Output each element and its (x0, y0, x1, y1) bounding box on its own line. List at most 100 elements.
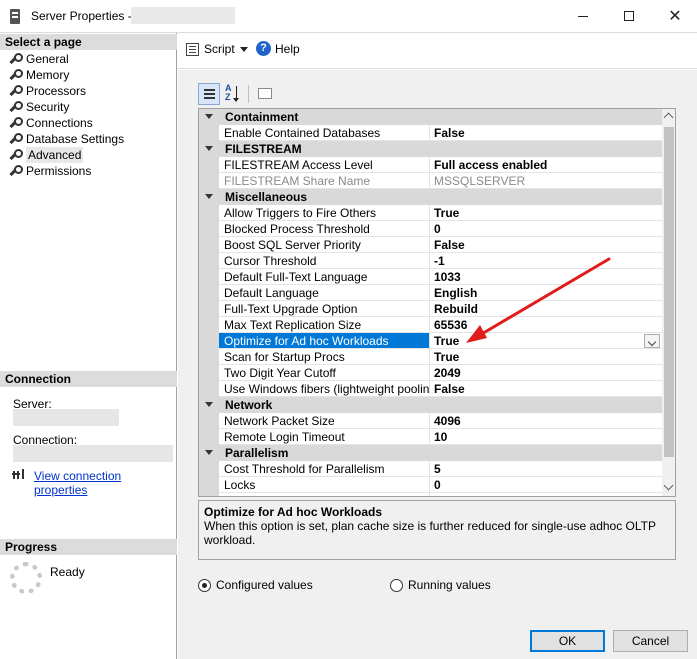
running-values-radio[interactable]: Running values (390, 578, 491, 592)
grid-property-row[interactable]: Allow Triggers to Fire Others True (199, 205, 662, 221)
page-item-connections[interactable]: Connections (8, 115, 93, 131)
property-value[interactable]: Rebuild (430, 301, 662, 317)
property-name[interactable]: Default Language (219, 285, 430, 301)
help-button[interactable]: Help (275, 42, 300, 56)
page-item-permissions[interactable]: Permissions (8, 163, 91, 179)
property-value[interactable]: 10 (430, 429, 662, 445)
property-value[interactable]: True (430, 205, 662, 221)
ok-button[interactable]: OK (530, 630, 605, 652)
configured-values-radio[interactable]: Configured values (198, 578, 313, 592)
alphabetical-button[interactable]: AZ (222, 83, 244, 105)
property-name[interactable]: Boost SQL Server Priority (219, 237, 430, 253)
grid-property-row[interactable]: Blocked Process Threshold 0 (199, 221, 662, 237)
value-dropdown-chevron-icon[interactable] (644, 334, 660, 348)
grid-property-row[interactable]: Max Text Replication Size 65536 (199, 317, 662, 333)
property-name[interactable]: Two Digit Year Cutoff (219, 365, 430, 381)
configured-values-radio-circle[interactable] (198, 578, 211, 592)
running-values-radio-circle[interactable] (390, 578, 403, 592)
grid-property-row[interactable]: Scan for Startup Procs True (199, 349, 662, 365)
collapse-chevron-icon[interactable] (205, 402, 213, 407)
collapse-chevron-icon[interactable] (205, 450, 213, 455)
property-name[interactable]: Scan for Startup Procs (219, 349, 430, 365)
page-item-advanced[interactable]: Advanced (8, 147, 84, 163)
grid-property-row[interactable]: Network Packet Size 4096 (199, 413, 662, 429)
grid-category-network[interactable]: Network (199, 397, 662, 413)
view-connection-properties-link[interactable]: View connection properties (34, 469, 176, 497)
property-value[interactable]: 0 (430, 477, 662, 493)
script-button[interactable]: Script (204, 42, 235, 56)
property-name[interactable]: Full-Text Upgrade Option (219, 301, 430, 317)
property-value[interactable]: 65536 (430, 317, 662, 333)
page-item-general[interactable]: General (8, 51, 69, 67)
page-item-processors[interactable]: Processors (8, 83, 86, 99)
property-value[interactable]: 0 (430, 221, 662, 237)
property-pages-button[interactable] (254, 83, 276, 105)
property-value[interactable]: 2049 (430, 365, 662, 381)
property-name[interactable]: Cursor Threshold (219, 253, 430, 269)
property-value[interactable]: MSSQLSERVER (430, 173, 662, 189)
property-name[interactable]: FILESTREAM Access Level (219, 157, 430, 173)
categorized-button[interactable] (198, 83, 220, 105)
grid-property-row[interactable]: Cost Threshold for Parallelism 5 (199, 461, 662, 477)
property-name[interactable]: Use Windows fibers (lightweight pooling) (219, 381, 430, 397)
property-value[interactable]: Full access enabled (430, 157, 662, 173)
property-value[interactable]: 16 (430, 493, 662, 496)
scroll-thumb[interactable] (664, 127, 674, 457)
grid-category-filestream[interactable]: FILESTREAM (199, 141, 662, 157)
grid-property-row[interactable]: Two Digit Year Cutoff 2049 (199, 365, 662, 381)
property-name[interactable]: Remote Login Timeout (219, 429, 430, 445)
help-icon[interactable]: ? (256, 41, 271, 56)
grid-category-miscellaneous[interactable]: Miscellaneous (199, 189, 662, 205)
page-item-security[interactable]: Security (8, 99, 69, 115)
script-dropdown-chevron-icon[interactable] (240, 47, 248, 52)
property-name[interactable]: Allow Triggers to Fire Others (219, 205, 430, 221)
property-name[interactable]: Enable Contained Databases (219, 125, 430, 141)
property-name[interactable]: Max Degree of Parallelism (219, 493, 430, 496)
grid-property-row[interactable]: Enable Contained Databases False (199, 125, 662, 141)
grid-property-row[interactable]: FILESTREAM Share Name MSSQLSERVER (199, 173, 662, 189)
property-value[interactable]: True (430, 349, 662, 365)
property-name[interactable]: Cost Threshold for Parallelism (219, 461, 430, 477)
grid-property-row[interactable]: Locks 0 (199, 477, 662, 493)
page-item-memory[interactable]: Memory (8, 67, 69, 83)
property-name[interactable]: Default Full-Text Language (219, 269, 430, 285)
grid-property-row[interactable]: Default Full-Text Language 1033 (199, 269, 662, 285)
property-name[interactable]: Blocked Process Threshold (219, 221, 430, 237)
property-name[interactable]: FILESTREAM Share Name (219, 173, 430, 189)
grid-property-row[interactable]: Remote Login Timeout 10 (199, 429, 662, 445)
collapse-chevron-icon[interactable] (205, 114, 213, 119)
property-value[interactable]: False (430, 237, 662, 253)
cancel-button[interactable]: Cancel (613, 630, 688, 652)
grid-category-parallelism[interactable]: Parallelism (199, 445, 662, 461)
grid-property-row[interactable]: Boost SQL Server Priority False (199, 237, 662, 253)
property-value[interactable]: 1033 (430, 269, 662, 285)
property-name[interactable]: Locks (219, 477, 430, 493)
script-icon[interactable] (186, 43, 199, 56)
grid-property-row[interactable]: Cursor Threshold -1 (199, 253, 662, 269)
property-value[interactable]: False (430, 381, 662, 397)
property-value[interactable]: False (430, 125, 662, 141)
grid-category-containment[interactable]: Containment (199, 109, 662, 125)
close-button[interactable]: ✕ (652, 0, 697, 32)
property-value[interactable]: True (430, 333, 662, 349)
collapse-chevron-icon[interactable] (205, 146, 213, 151)
page-item-database-settings[interactable]: Database Settings (8, 131, 124, 147)
grid-property-row[interactable]: Full-Text Upgrade Option Rebuild (199, 301, 662, 317)
grid-property-row[interactable]: Use Windows fibers (lightweight pooling)… (199, 381, 662, 397)
grid-property-row[interactable]: FILESTREAM Access Level Full access enabl… (199, 157, 662, 173)
grid-vertical-scrollbar[interactable] (662, 109, 675, 496)
property-name[interactable]: Max Text Replication Size (219, 317, 430, 333)
property-name[interactable]: Network Packet Size (219, 413, 430, 429)
property-value[interactable]: English (430, 285, 662, 301)
property-value[interactable]: 5 (430, 461, 662, 477)
grid-property-row[interactable]: Max Degree of Parallelism 16 (199, 493, 662, 496)
grid-property-row[interactable]: Default Language English (199, 285, 662, 301)
property-value[interactable]: -1 (430, 253, 662, 269)
collapse-chevron-icon[interactable] (205, 194, 213, 199)
property-value[interactable]: 4096 (430, 413, 662, 429)
property-name[interactable]: Optimize for Ad hoc Workloads (219, 333, 430, 349)
scroll-down-icon[interactable] (663, 480, 674, 491)
maximize-button[interactable] (606, 0, 652, 32)
minimize-button[interactable] (560, 0, 606, 32)
grid-property-row[interactable]: Optimize for Ad hoc Workloads True (199, 333, 662, 349)
